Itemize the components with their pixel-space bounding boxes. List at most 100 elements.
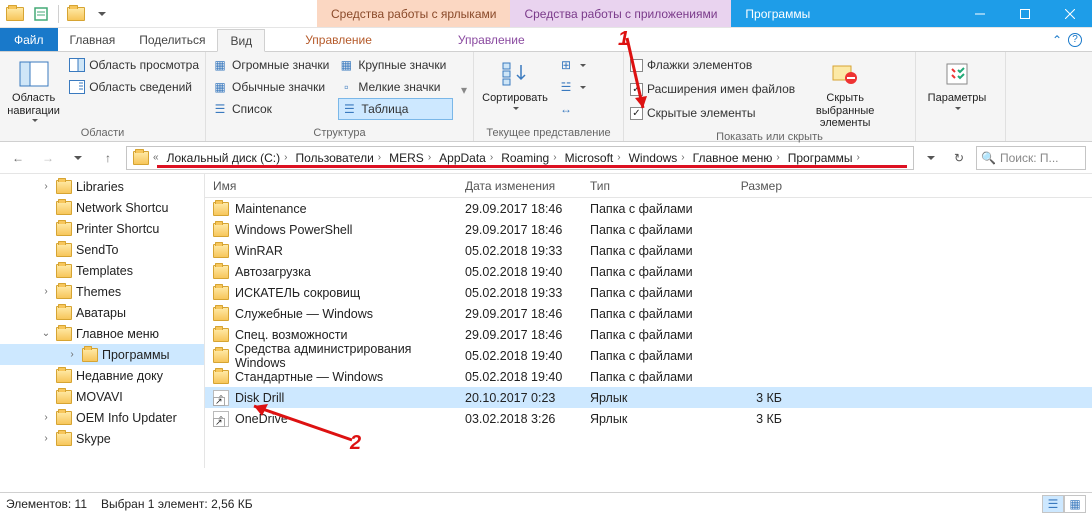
list-item[interactable]: Windows PowerShell29.09.2017 18:46Папка … bbox=[205, 219, 1092, 240]
item-checkboxes-toggle[interactable]: Флажки элементов bbox=[630, 54, 795, 76]
folder-icon bbox=[213, 349, 229, 363]
file-name: WinRAR bbox=[235, 244, 283, 258]
tree-item[interactable]: ›OEM Info Updater bbox=[0, 407, 204, 428]
context-tab-app-tools[interactable]: Средства работы с приложениями bbox=[510, 0, 731, 27]
file-date: 29.09.2017 18:46 bbox=[465, 223, 590, 237]
recent-locations-button[interactable] bbox=[66, 146, 90, 170]
tree-item[interactable]: ⌄Главное меню bbox=[0, 323, 204, 344]
layout-large-icons[interactable]: ▦Крупные значки bbox=[338, 54, 453, 76]
column-size[interactable]: Размер bbox=[710, 179, 790, 193]
medium-icons-icon: ▦ bbox=[212, 79, 228, 95]
navigation-pane-button[interactable]: Область навигации bbox=[6, 54, 61, 126]
preview-pane-button[interactable]: Область просмотра bbox=[69, 54, 199, 76]
folder-icon bbox=[213, 328, 229, 342]
tab-manage-apps[interactable]: Управление bbox=[446, 28, 537, 51]
details-pane-button[interactable]: Область сведений bbox=[69, 76, 199, 98]
list-item[interactable]: Служебные — Windows29.09.2017 18:46Папка… bbox=[205, 303, 1092, 324]
size-columns-button[interactable]: ↔ bbox=[558, 98, 586, 120]
tree-item[interactable]: Network Shortcu bbox=[0, 197, 204, 218]
list-item[interactable]: Автозагрузка05.02.2018 19:40Папка с файл… bbox=[205, 261, 1092, 282]
new-folder-icon[interactable] bbox=[65, 3, 87, 25]
layout-small-icons[interactable]: ▫Мелкие значки bbox=[338, 76, 453, 98]
list-item[interactable]: Средства администрирования Windows05.02.… bbox=[205, 345, 1092, 366]
list-item[interactable]: ⌂Disk Drill20.10.2017 0:23Ярлык3 КБ bbox=[205, 387, 1092, 408]
tree-item[interactable]: Недавние доку bbox=[0, 365, 204, 386]
tab-share[interactable]: Поделиться bbox=[127, 28, 217, 51]
column-headers[interactable]: Имя Дата изменения Тип Размер bbox=[205, 174, 1092, 198]
help-icon[interactable]: ? bbox=[1068, 33, 1082, 47]
layout-more-icon[interactable]: ▾ bbox=[461, 83, 467, 97]
tree-item[interactable]: ›Themes bbox=[0, 281, 204, 302]
file-type: Папка с файлами bbox=[590, 223, 710, 237]
up-button[interactable]: ↑ bbox=[96, 146, 120, 170]
expand-icon[interactable]: › bbox=[40, 433, 52, 444]
forward-button[interactable]: → bbox=[36, 146, 60, 170]
hide-selected-button[interactable]: Скрыть выбранные элементы bbox=[803, 54, 887, 130]
list-item[interactable]: ⌂OneDrive03.02.2018 3:26Ярлык3 КБ bbox=[205, 408, 1092, 429]
expand-icon[interactable]: ⌄ bbox=[40, 328, 52, 339]
options-button[interactable]: Параметры bbox=[922, 54, 992, 126]
folder-icon bbox=[56, 306, 72, 320]
sort-button[interactable]: Сортировать bbox=[480, 54, 550, 126]
tree-item[interactable]: SendTo bbox=[0, 239, 204, 260]
properties-icon[interactable] bbox=[30, 3, 52, 25]
search-input[interactable]: 🔍Поиск: П... bbox=[976, 146, 1086, 170]
folder-icon[interactable] bbox=[4, 3, 26, 25]
context-tab-shortcut-tools[interactable]: Средства работы с ярлыками bbox=[317, 0, 510, 27]
tree-item[interactable]: ›Skype bbox=[0, 428, 204, 449]
expand-icon[interactable]: › bbox=[66, 349, 78, 360]
refresh-button[interactable]: ↻ bbox=[948, 147, 970, 169]
tab-file[interactable]: Файл bbox=[0, 28, 58, 51]
list-item[interactable]: ИСКАТЕЛЬ сокровищ05.02.2018 19:33Папка с… bbox=[205, 282, 1092, 303]
tree-item[interactable]: ›Программы bbox=[0, 344, 204, 365]
folder-icon bbox=[56, 327, 72, 341]
file-extensions-toggle[interactable]: ✓Расширения имен файлов bbox=[630, 78, 795, 100]
tree-item[interactable]: Аватары bbox=[0, 302, 204, 323]
file-type: Ярлык bbox=[590, 391, 710, 405]
column-type[interactable]: Тип bbox=[590, 179, 710, 193]
tab-manage-shortcuts[interactable]: Управление bbox=[293, 28, 384, 51]
folder-icon bbox=[56, 432, 72, 446]
tree-item[interactable]: ›Libraries bbox=[0, 176, 204, 197]
list-item[interactable]: Стандартные — Windows05.02.2018 19:40Пап… bbox=[205, 366, 1092, 387]
layout-huge-icons[interactable]: ▦Огромные значки bbox=[212, 54, 330, 76]
tree-item[interactable]: MOVAVI bbox=[0, 386, 204, 407]
list-item[interactable]: WinRAR05.02.2018 19:33Папка с файлами bbox=[205, 240, 1092, 261]
tab-view[interactable]: Вид bbox=[217, 29, 265, 52]
tab-home[interactable]: Главная bbox=[58, 28, 128, 51]
address-bar[interactable]: « Локальный диск (C:)›Пользователи›MERS›… bbox=[126, 146, 914, 170]
layout-medium-icons[interactable]: ▦Обычные значки bbox=[212, 76, 330, 98]
add-columns-button[interactable]: ⊞ bbox=[558, 54, 586, 76]
list-icon: ☰ bbox=[212, 101, 228, 117]
file-list[interactable]: Имя Дата изменения Тип Размер Maintenanc… bbox=[205, 174, 1092, 468]
layout-details[interactable]: ☰Таблица bbox=[338, 98, 453, 120]
expand-icon[interactable]: › bbox=[40, 181, 52, 192]
chevron-right-icon: › bbox=[857, 152, 860, 163]
tree-item-label: MOVAVI bbox=[76, 390, 123, 404]
group-by-button[interactable]: ☱ bbox=[558, 76, 586, 98]
close-button[interactable] bbox=[1047, 0, 1092, 28]
navigation-tree[interactable]: ›LibrariesNetwork ShortcuPrinter Shortcu… bbox=[0, 174, 205, 468]
back-button[interactable]: ← bbox=[6, 146, 30, 170]
ribbon-collapse[interactable]: ⌃? bbox=[1042, 28, 1092, 51]
folder-icon bbox=[213, 223, 229, 237]
tree-item[interactable]: Printer Shortcu bbox=[0, 218, 204, 239]
expand-icon[interactable]: › bbox=[40, 412, 52, 423]
details-view-button[interactable]: ☰ bbox=[1042, 495, 1064, 513]
qat-dropdown-icon[interactable] bbox=[91, 3, 113, 25]
expand-icon[interactable]: › bbox=[40, 286, 52, 297]
hidden-items-toggle[interactable]: ✓Скрытые элементы bbox=[630, 102, 795, 124]
maximize-button[interactable] bbox=[1002, 0, 1047, 28]
column-date[interactable]: Дата изменения bbox=[465, 179, 590, 193]
annotation-underline bbox=[157, 165, 907, 168]
icons-view-button[interactable]: ▦ bbox=[1064, 495, 1086, 513]
folder-icon bbox=[56, 180, 72, 194]
column-name[interactable]: Имя bbox=[205, 179, 465, 193]
file-name: Служебные — Windows bbox=[235, 307, 373, 321]
chevron-right-icon: › bbox=[490, 152, 493, 163]
list-item[interactable]: Maintenance29.09.2017 18:46Папка с файла… bbox=[205, 198, 1092, 219]
layout-list[interactable]: ☰Список bbox=[212, 98, 330, 120]
address-dropdown-button[interactable] bbox=[920, 147, 942, 169]
tree-item[interactable]: Templates bbox=[0, 260, 204, 281]
minimize-button[interactable] bbox=[957, 0, 1002, 28]
